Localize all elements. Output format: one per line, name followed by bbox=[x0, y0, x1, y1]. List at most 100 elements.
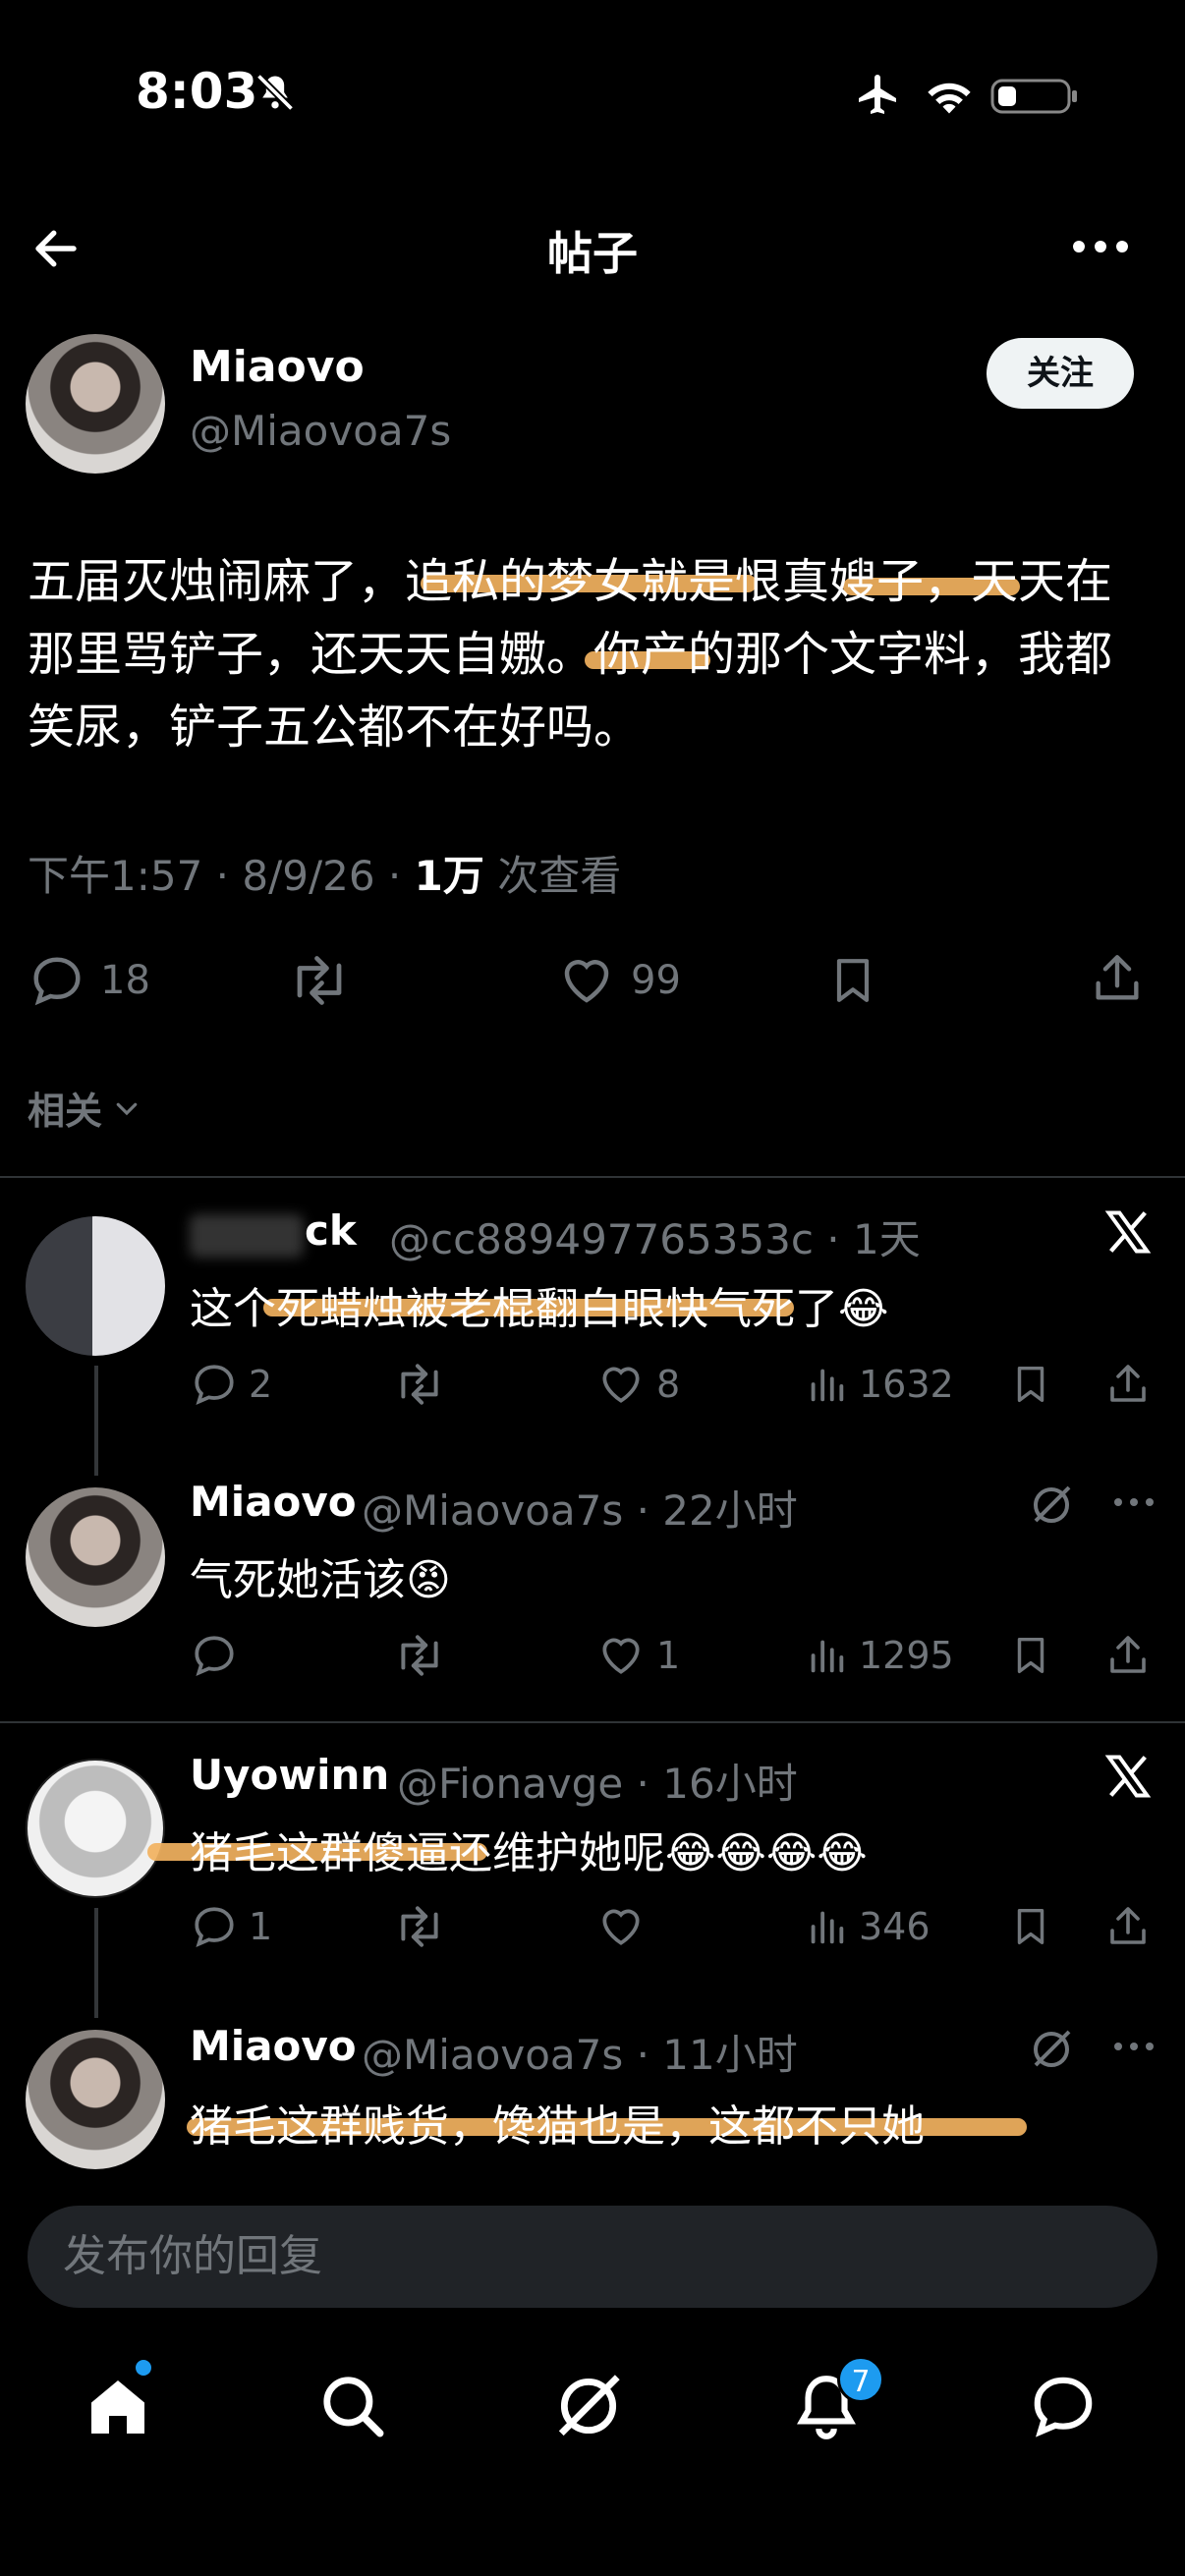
view-count: 1万 bbox=[414, 852, 484, 900]
bookmark-icon[interactable] bbox=[1008, 1631, 1053, 1680]
reply-time: · 16小时 bbox=[636, 1760, 798, 1808]
comment-icon bbox=[190, 1631, 239, 1680]
reply-like-button[interactable]: 8 bbox=[595, 1360, 680, 1409]
home-icon[interactable] bbox=[83, 2372, 153, 2442]
reply-author-handle[interactable]: @cc889497765353c · 1天 bbox=[389, 1206, 921, 1266]
grok-icon[interactable] bbox=[1028, 2026, 1075, 2073]
silent-mode-icon bbox=[254, 71, 297, 114]
bookmark-button[interactable] bbox=[825, 951, 880, 1010]
heart-icon bbox=[595, 1631, 647, 1680]
reply-button[interactable]: 18 bbox=[28, 951, 150, 1010]
search-icon[interactable] bbox=[316, 2370, 389, 2442]
share-button[interactable] bbox=[1089, 949, 1146, 1008]
reply-author-name[interactable]: Uyowinn bbox=[190, 1751, 389, 1799]
reply-time: · 11小时 bbox=[636, 2031, 798, 2079]
reply-like-button[interactable]: 1 bbox=[595, 1631, 680, 1680]
repost-icon bbox=[393, 1631, 446, 1680]
reply-author-handle[interactable]: @Miaovoa7s · 22小时 bbox=[362, 1478, 798, 1538]
bar-chart-icon bbox=[804, 1631, 849, 1680]
divider bbox=[0, 1176, 1185, 1178]
airplane-mode-icon bbox=[853, 71, 904, 118]
reply-input[interactable]: 发布你的回复 bbox=[28, 2206, 1157, 2308]
reply-time: · 1天 bbox=[826, 1215, 921, 1263]
blurred-name-part bbox=[190, 1214, 304, 1258]
grok-icon[interactable] bbox=[552, 2370, 625, 2442]
notification-count-badge: 7 bbox=[837, 2356, 884, 2403]
reply-reply-button[interactable]: 1 bbox=[190, 1902, 272, 1951]
related-section-toggle[interactable]: 相关 bbox=[28, 1081, 141, 1135]
heart-icon bbox=[595, 1902, 647, 1951]
share-icon[interactable] bbox=[1104, 1902, 1152, 1951]
related-label: 相关 bbox=[28, 1090, 103, 1133]
heart-icon bbox=[595, 1360, 647, 1409]
reply-count: 1 bbox=[249, 1905, 273, 1948]
share-icon bbox=[1089, 949, 1146, 1008]
post-text: 五届灭烛闹麻了，追私的梦女就是恨真嫂子，天天在那里骂铲子，还天天自嫐。你产的那个… bbox=[28, 554, 1113, 755]
chevron-down-icon bbox=[112, 1093, 141, 1123]
more-options-icon[interactable] bbox=[1071, 232, 1130, 261]
view-count: 1632 bbox=[859, 1363, 954, 1406]
repost-icon bbox=[287, 951, 352, 1010]
like-button[interactable]: 99 bbox=[556, 951, 681, 1010]
grok-icon[interactable] bbox=[1028, 1482, 1075, 1529]
avatar[interactable] bbox=[26, 334, 165, 474]
share-icon[interactable] bbox=[1104, 1360, 1152, 1409]
reply-text: 猪毛这群贱货，馋猫也是，这都不只她 bbox=[190, 2101, 925, 2152]
bookmark-icon bbox=[825, 951, 880, 1010]
avatar[interactable] bbox=[26, 1759, 165, 1898]
reply-author-handle[interactable]: @Miaovoa7s · 11小时 bbox=[362, 2022, 798, 2082]
messages-icon[interactable] bbox=[1026, 2370, 1100, 2442]
more-options-icon[interactable] bbox=[1112, 2040, 1156, 2053]
avatar[interactable] bbox=[26, 1216, 165, 1356]
repost-button[interactable] bbox=[287, 951, 352, 1010]
reply-time: · 22小时 bbox=[636, 1486, 798, 1535]
reply-author-name[interactable]: Miaovo bbox=[190, 1478, 357, 1526]
reply-author-handle[interactable]: @Fionavge · 16小时 bbox=[397, 1751, 798, 1811]
view-count-label: 次查看 bbox=[483, 852, 622, 900]
bar-chart-icon bbox=[804, 1360, 849, 1409]
comment-icon bbox=[190, 1902, 239, 1951]
comment-icon bbox=[190, 1360, 239, 1409]
bookmark-icon[interactable] bbox=[1008, 1902, 1053, 1951]
reply-author-name[interactable]: Miaovo bbox=[190, 2022, 357, 2070]
reply-repost-button[interactable] bbox=[393, 1360, 446, 1409]
reply-handle: @cc889497765353c bbox=[389, 1215, 814, 1263]
reply-text: 猪毛这群傻逼还维护她呢😂😂😂😂 bbox=[190, 1828, 868, 1878]
more-options-icon[interactable] bbox=[1112, 1495, 1156, 1509]
bookmark-icon[interactable] bbox=[1008, 1360, 1053, 1409]
reply-handle: @Fionavge bbox=[397, 1760, 624, 1808]
like-count: 99 bbox=[631, 958, 681, 1003]
reply-like-button[interactable] bbox=[595, 1902, 647, 1951]
avatar[interactable] bbox=[26, 2030, 165, 2169]
reply-reply-button[interactable]: 2 bbox=[190, 1360, 272, 1409]
author-name[interactable]: Miaovo bbox=[190, 342, 365, 392]
reply-text: 这个死蜡烛被老棍翻白眼快气死了😂 bbox=[190, 1284, 889, 1334]
divider bbox=[0, 1721, 1185, 1723]
follow-button[interactable]: 关注 bbox=[987, 338, 1134, 409]
post-timestamp: 下午1:57 · 8/9/26 · bbox=[28, 852, 415, 900]
thread-line bbox=[94, 1366, 98, 1476]
author-handle[interactable]: @Miaovoa7s bbox=[190, 407, 451, 455]
home-unread-dot bbox=[136, 2360, 151, 2376]
reply-count: 2 bbox=[249, 1363, 273, 1406]
thread-line bbox=[94, 1908, 98, 2018]
reply-handle: @Miaovoa7s bbox=[362, 2031, 624, 2079]
reply-views-button[interactable]: 1632 bbox=[804, 1360, 954, 1409]
reply-author-name[interactable]: ck bbox=[305, 1206, 357, 1255]
x-logo-icon bbox=[1102, 1751, 1154, 1802]
like-count: 8 bbox=[656, 1363, 681, 1406]
reply-handle: @Miaovoa7s bbox=[362, 1486, 624, 1535]
share-icon[interactable] bbox=[1104, 1631, 1152, 1680]
reply-reply-button[interactable] bbox=[190, 1631, 239, 1680]
reply-repost-button[interactable] bbox=[393, 1631, 446, 1680]
reply-views-button[interactable]: 1295 bbox=[804, 1631, 954, 1680]
repost-icon bbox=[393, 1902, 446, 1951]
page-title: 帖子 bbox=[547, 227, 638, 280]
avatar[interactable] bbox=[26, 1487, 165, 1627]
reply-views-button[interactable]: 346 bbox=[804, 1902, 931, 1951]
reply-repost-button[interactable] bbox=[393, 1902, 446, 1951]
comment-icon bbox=[28, 951, 86, 1010]
battery-icon bbox=[990, 77, 1079, 116]
bar-chart-icon bbox=[804, 1902, 849, 1951]
view-count: 1295 bbox=[859, 1634, 954, 1677]
